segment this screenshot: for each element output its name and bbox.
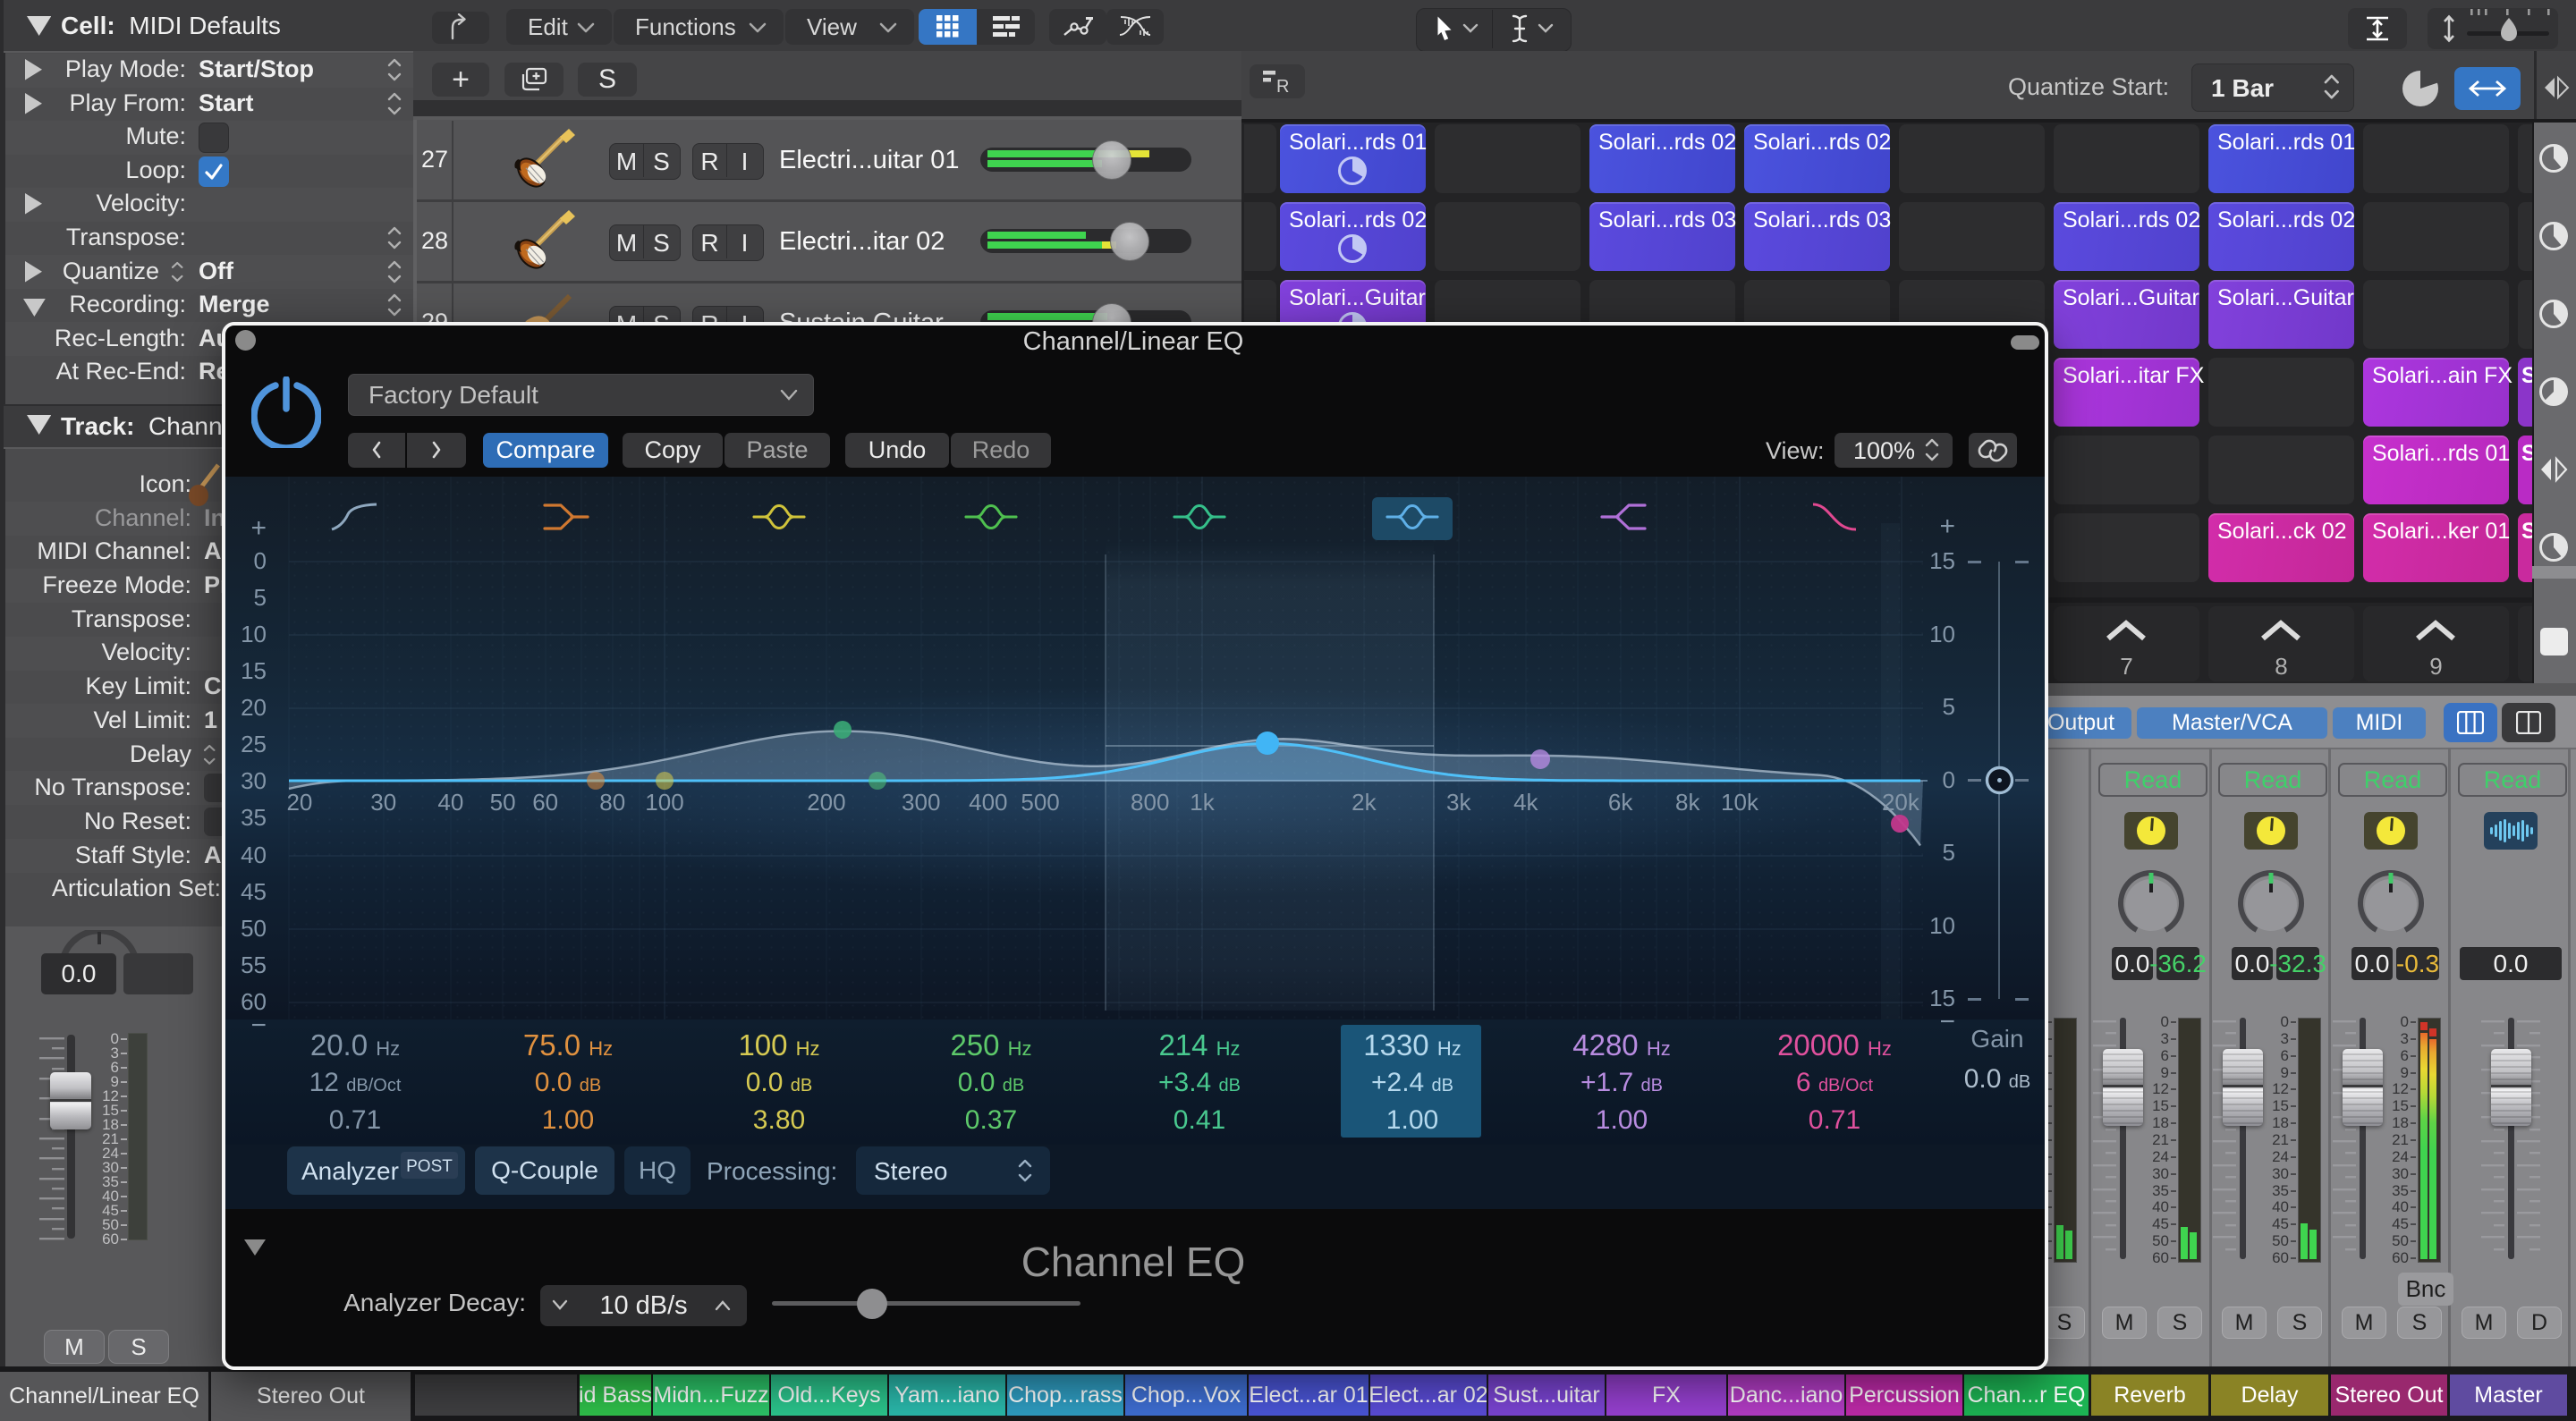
svg-text:R: R <box>1276 77 1289 95</box>
